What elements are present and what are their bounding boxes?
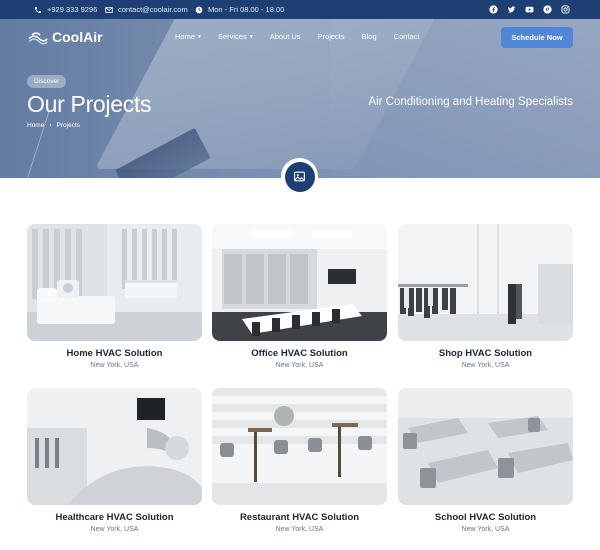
hero-tagline: Air Conditioning and Heating Specialists — [368, 96, 573, 108]
project-title[interactable]: Restaurant HVAC Solution — [212, 512, 387, 523]
project-title[interactable]: Home HVAC Solution — [27, 348, 202, 359]
email-text: contact@coolair.com — [118, 5, 188, 14]
page-title: Our Projects — [27, 91, 152, 117]
instagram-icon[interactable] — [561, 5, 570, 14]
nav-menu: Home ▼ Services ▼ About Us Projects Blog C… — [175, 32, 420, 41]
project-image-restaurant[interactable] — [212, 388, 387, 505]
shop-photo — [398, 224, 573, 341]
project-title[interactable]: Shop HVAC Solution — [398, 348, 573, 359]
breadcrumb-home[interactable]: Home — [27, 122, 44, 129]
hero-icon-ring — [281, 158, 318, 195]
project-card-home[interactable]: Home HVAC Solution New York, USA — [27, 224, 202, 369]
project-card-shop[interactable]: Shop HVAC Solution New York, USA — [398, 224, 573, 369]
project-card-restaurant[interactable]: Restaurant HVAC Solution New York, USA — [212, 388, 387, 533]
project-image-healthcare[interactable] — [27, 388, 202, 505]
pinterest-icon[interactable] — [543, 5, 552, 14]
nav-item-projects[interactable]: Projects — [318, 32, 345, 41]
nav-item-projects-label: Projects — [317, 32, 345, 41]
hero-icon-circle — [284, 161, 315, 192]
nav-item-contact-label: Contact — [393, 32, 420, 41]
project-image-home[interactable] — [27, 224, 202, 341]
nav-item-blog-label: Blog — [361, 32, 377, 41]
youtube-icon[interactable] — [525, 5, 534, 14]
clock-icon — [195, 6, 203, 13]
facebook-icon[interactable] — [489, 5, 498, 14]
phone-contact[interactable]: +929 333 9296 — [34, 0, 97, 19]
project-title[interactable]: Office HVAC Solution — [212, 348, 387, 359]
project-image-office[interactable] — [212, 224, 387, 341]
breadcrumb: Home › Projects — [27, 122, 80, 129]
nav-item-about-label: About Us — [269, 32, 301, 41]
project-location: New York, USA — [461, 362, 510, 369]
classroom-photo — [398, 388, 573, 505]
office-photo — [212, 224, 387, 341]
social-links — [489, 0, 570, 19]
chevron-down-icon: ▼ — [197, 33, 202, 40]
top-bar: +929 333 9296 contact@coolair.com Mon - … — [0, 0, 600, 19]
breadcrumb-current: Projects — [56, 122, 80, 129]
project-image-school[interactable] — [398, 388, 573, 505]
project-location: New York, USA — [90, 526, 139, 533]
nav-item-contact[interactable]: Contact — [394, 32, 420, 41]
dental-clinic-photo — [27, 388, 202, 505]
project-location: New York, USA — [90, 362, 139, 369]
phone-text: +929 333 9296 — [47, 5, 98, 14]
image-icon — [294, 171, 305, 182]
project-location: New York, USA — [275, 526, 324, 533]
twitter-icon[interactable] — [507, 5, 516, 14]
chevron-down-icon: ▼ — [248, 33, 254, 40]
nav-item-home-label: Home — [175, 32, 196, 41]
project-card-healthcare[interactable]: Healthcare HVAC Solution New York, USA — [27, 388, 202, 533]
project-card-school[interactable]: School HVAC Solution New York, USA — [398, 388, 573, 533]
nav-item-home[interactable]: Home ▼ — [175, 32, 202, 41]
hours-text: Mon - Fri 08.00 - 18.00 — [208, 5, 285, 14]
nav-item-services[interactable]: Services ▼ — [218, 32, 254, 41]
living-room-photo — [27, 224, 202, 341]
project-location: New York, USA — [461, 526, 510, 533]
hours-info: Mon - Fri 08.00 - 18.00 — [195, 0, 284, 19]
project-card-office[interactable]: Office HVAC Solution New York, USA — [212, 224, 387, 369]
project-image-shop[interactable] — [398, 224, 573, 341]
email-icon — [105, 6, 113, 13]
email-contact[interactable]: contact@coolair.com — [105, 0, 188, 19]
logo-icon — [28, 32, 48, 45]
nav-item-services-label: Services — [217, 32, 247, 41]
hero-badge: Discover — [27, 75, 67, 88]
project-title[interactable]: Healthcare HVAC Solution — [27, 512, 202, 523]
restaurant-photo — [212, 388, 387, 505]
phone-icon — [35, 6, 41, 13]
breadcrumb-separator-icon: › — [49, 122, 52, 129]
nav-item-blog[interactable]: Blog — [362, 32, 377, 41]
project-title[interactable]: School HVAC Solution — [398, 512, 573, 523]
schedule-now-button[interactable]: Schedule Now — [501, 27, 573, 48]
project-location: New York, USA — [275, 362, 324, 369]
brand-name: CoolAir — [52, 29, 103, 45]
brand-logo[interactable]: CoolAir — [28, 29, 103, 45]
nav-item-about[interactable]: About Us — [270, 32, 301, 41]
